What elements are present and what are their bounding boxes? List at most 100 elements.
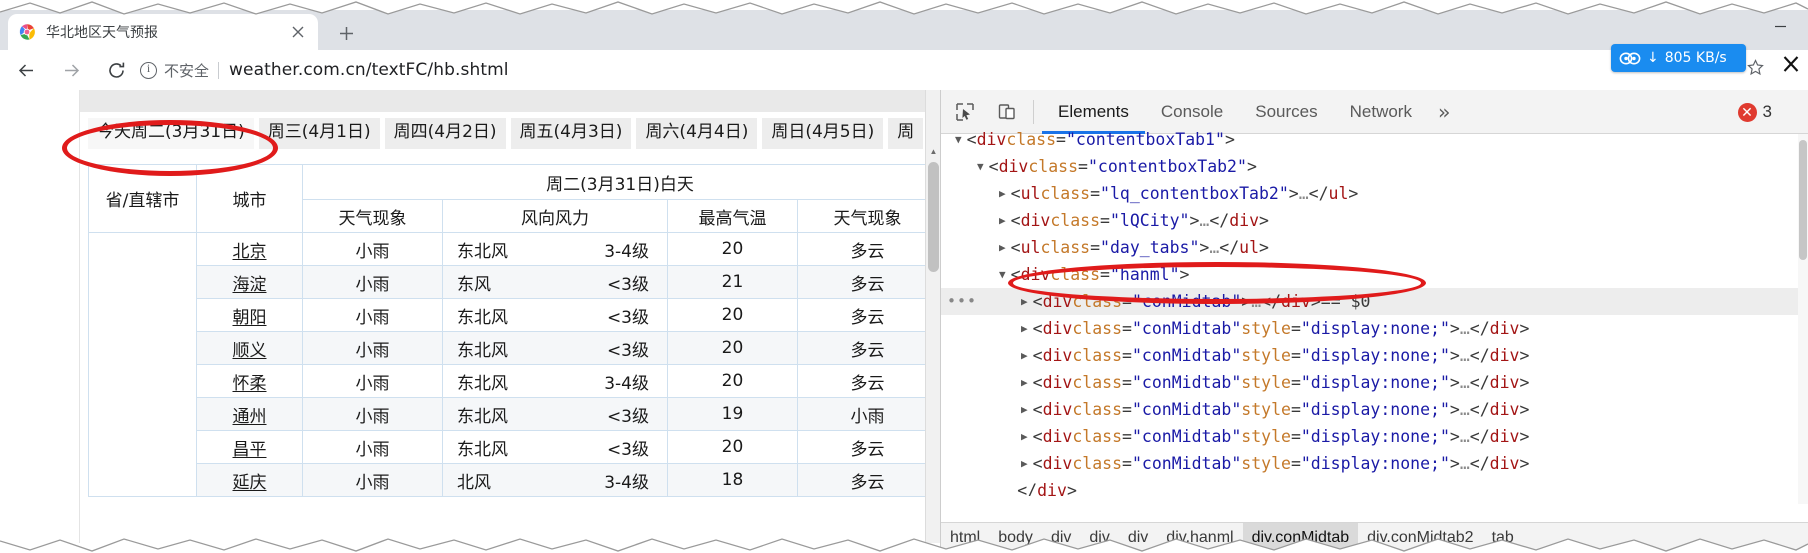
dom-token-punct: </	[1209, 211, 1230, 230]
day-tab-2[interactable]: 周四(4月2日)	[384, 118, 506, 149]
error-indicator[interactable]: ✕ 3	[1737, 102, 1772, 122]
breadcrumb-item-2[interactable]: div	[1042, 523, 1080, 553]
table-header-row-1: 省/直辖市 城市 周二(3月31日)白天	[88, 164, 939, 233]
x-extension-icon[interactable]	[1782, 55, 1800, 79]
reload-button[interactable]	[97, 51, 135, 89]
more-options-icon[interactable]: •••	[947, 288, 977, 315]
chevron-right-icon[interactable]: ▶	[1021, 396, 1028, 423]
dom-token-ell: …	[1209, 238, 1220, 257]
chevron-right-icon[interactable]: ▶	[999, 234, 1006, 261]
cell-wind: 东北风 <3级	[442, 331, 668, 365]
star-icon[interactable]	[1747, 59, 1764, 80]
info-circle-icon[interactable]	[140, 61, 157, 79]
cell-city[interactable]: 通州	[196, 397, 303, 431]
devtools-scrollbar[interactable]	[1798, 134, 1808, 504]
breadcrumb-item-5[interactable]: div.hanml	[1157, 523, 1242, 553]
address-bar[interactable]: 不安全 weather.com.cn/textFC/hb.shtml	[140, 55, 1730, 85]
wind-direction: 东北风	[457, 373, 508, 394]
dom-row[interactable]: ▶ < div class = "conMidtab" style = "display:n…	[941, 450, 1799, 477]
dom-row[interactable]: ▶ < ul class = "lq_contentboxTab2" >… </ul >	[941, 180, 1799, 207]
download-speed-badge[interactable]: ↓ 805 KB/s	[1611, 44, 1746, 72]
dom-token-punct: >	[1179, 265, 1190, 284]
chevron-right-icon[interactable]: ▶	[1021, 450, 1028, 477]
cell-city[interactable]: 海淀	[196, 265, 303, 299]
cell-phenomenon: 小雨	[302, 463, 443, 497]
breadcrumb-item-8[interactable]: tab	[1483, 523, 1523, 553]
breadcrumb-item-1[interactable]: body	[989, 523, 1042, 553]
city-link[interactable]: 延庆	[233, 473, 267, 493]
dom-token-attr: class	[1040, 238, 1091, 257]
scroll-up-icon[interactable]: ▲	[926, 144, 940, 159]
security-label: 不安全	[164, 61, 210, 80]
wind-level: 3-4级	[604, 472, 649, 493]
dom-row[interactable]: ▶ < ul class = "day_tabs" >… </ul >	[941, 234, 1799, 261]
page-scrollbar-thumb[interactable]	[928, 162, 939, 272]
dom-row[interactable]: ▶ < div class = "conMidtab" style = "display:n…	[941, 369, 1799, 396]
chevron-right-icon[interactable]: ▶	[1021, 342, 1028, 369]
minimize-button[interactable]	[1758, 12, 1802, 40]
cell-city[interactable]: 怀柔	[196, 364, 303, 398]
cell-city[interactable]: 朝阳	[196, 298, 303, 332]
day-tab-6[interactable]: 周	[888, 118, 924, 149]
dom-row-selected[interactable]: ••• ▶ < div class = "conMidtab" >… </div > == $0	[941, 288, 1799, 315]
city-link[interactable]: 怀柔	[233, 374, 267, 394]
day-tab-3[interactable]: 周五(4月3日)	[510, 118, 632, 149]
cursor-inspect-icon[interactable]	[947, 94, 983, 130]
city-link[interactable]: 朝阳	[233, 308, 267, 328]
device-toolbar-icon[interactable]	[989, 94, 1025, 130]
dom-row[interactable]: ▶ < div class = "conMidtab" style = "display:n…	[941, 423, 1799, 450]
cell-city[interactable]: 延庆	[196, 463, 303, 497]
speed-text: 805 KB/s	[1664, 50, 1727, 66]
dom-token-attr: class	[1072, 319, 1123, 338]
cell-city[interactable]: 北京	[196, 232, 303, 266]
day-tab-1[interactable]: 周三(4月1日)	[258, 118, 380, 149]
weather-table: 省/直辖市 城市 周二(3月31日)白天 天气现象 风向风力 最高气温 天气现象…	[88, 164, 939, 497]
city-link[interactable]: 通州	[233, 407, 267, 427]
dom-token-punct: <	[1032, 427, 1043, 446]
forward-button[interactable]	[52, 51, 90, 89]
city-link[interactable]: 北京	[233, 242, 267, 262]
new-tab-button[interactable]	[333, 20, 359, 46]
dom-tree[interactable]: ▼ < div class = "contentboxTab1" > ▼ < div class…	[941, 126, 1799, 496]
city-link[interactable]: 顺义	[233, 341, 267, 361]
dom-row[interactable]: ▶ < div class = "conMidtab" style = "display:n…	[941, 315, 1799, 342]
breadcrumb-item-4[interactable]: div	[1119, 523, 1157, 553]
dom-row[interactable]: ▶ < div class = "lQCity" >… </div >	[941, 207, 1799, 234]
day-tab-0[interactable]: 今天周二(3月31日)	[88, 118, 254, 149]
dom-row[interactable]: ▼ < div class = "contentboxTab1" >	[941, 126, 1799, 153]
cell-wind: 东北风 <3级	[442, 397, 668, 431]
devtools-scrollbar-thumb[interactable]	[1799, 140, 1807, 260]
dom-row[interactable]: </div >	[941, 477, 1799, 496]
chevron-right-icon[interactable]: ▶	[999, 207, 1006, 234]
chevron-right-icon[interactable]: ▶	[999, 180, 1006, 207]
dom-row[interactable]: ▼ < div class = "hanml" >	[941, 261, 1799, 288]
cell-city[interactable]: 顺义	[196, 331, 303, 365]
dom-token-punct: =	[1122, 454, 1132, 473]
breadcrumb-item-3[interactable]: div	[1080, 523, 1118, 553]
close-icon[interactable]	[288, 22, 308, 42]
day-tab-4[interactable]: 周六(4月4日)	[636, 118, 758, 149]
cell-province	[88, 232, 197, 497]
chevron-right-icon[interactable]: ▶	[1021, 369, 1028, 396]
chevron-right-icon[interactable]: ▶	[1021, 315, 1028, 342]
chevron-down-icon[interactable]: ▼	[977, 153, 984, 180]
chevron-down-icon[interactable]: ▼	[999, 261, 1006, 288]
dom-row[interactable]: ▶ < div class = "conMidtab" style = "display:n…	[941, 396, 1799, 423]
chevron-right-icon[interactable]: ▶	[1021, 423, 1028, 450]
breadcrumb-item-7[interactable]: div.conMidtab2	[1358, 523, 1482, 553]
breadcrumb-item-6[interactable]: div.conMidtab	[1242, 523, 1359, 553]
back-button[interactable]	[7, 51, 45, 89]
cell-city[interactable]: 昌平	[196, 430, 303, 464]
chevron-double-right-icon[interactable]: »	[1428, 100, 1460, 124]
city-link[interactable]: 昌平	[233, 440, 267, 460]
chevron-right-icon[interactable]: ▶	[1021, 288, 1028, 315]
dom-row[interactable]: ▶ < div class = "conMidtab" style = "display:n…	[941, 342, 1799, 369]
chevron-down-icon[interactable]: ▼	[955, 126, 962, 153]
city-link[interactable]: 海淀	[233, 275, 267, 295]
dom-row[interactable]: ▼ < div class = "contentboxTab2" >	[941, 153, 1799, 180]
dom-token-tag: div	[976, 130, 1007, 149]
breadcrumb-item-0[interactable]: html	[941, 523, 989, 553]
page-scrollbar[interactable]: ▲	[925, 90, 940, 543]
browser-tab[interactable]: 华北地区天气预报	[8, 14, 318, 50]
day-tab-5[interactable]: 周日(4月5日)	[762, 118, 884, 149]
